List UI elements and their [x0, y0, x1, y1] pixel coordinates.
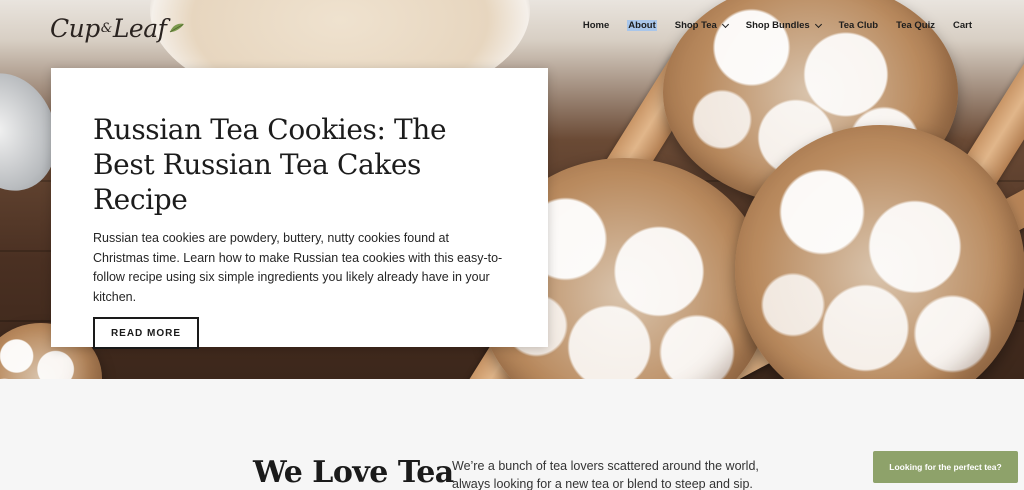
section-title: We Love Tea	[253, 455, 454, 490]
logo-text-cup: Cup	[50, 13, 100, 43]
featured-post-card: Russian Tea Cookies: The Best Russian Te…	[51, 68, 548, 349]
section-text: We’re a bunch of tea lovers scattered ar…	[452, 459, 759, 490]
nav-tea-club-label: Tea Club	[838, 20, 879, 31]
nav-cart[interactable]: Cart	[953, 20, 972, 31]
chevron-down-icon	[814, 20, 822, 28]
site-logo[interactable]: Cup & Leaf	[50, 12, 185, 44]
nav-about-label: About	[627, 20, 657, 31]
nav-about[interactable]: About	[627, 20, 657, 31]
chevron-down-icon	[721, 20, 729, 28]
featured-post-title[interactable]: Russian Tea Cookies: The Best Russian Te…	[93, 112, 506, 217]
logo-ampersand: &	[100, 20, 113, 36]
nav-shop-tea-label: Shop Tea	[674, 20, 717, 31]
logo-text-leaf: Leaf	[112, 13, 167, 43]
nav-shop-bundles-label: Shop Bundles	[745, 20, 810, 31]
nav-tea-club[interactable]: Tea Club	[839, 20, 878, 31]
leaf-icon	[170, 23, 185, 33]
main-nav: Home About Shop Tea Shop Bundles Tea Clu…	[583, 20, 972, 31]
nav-home[interactable]: Home	[583, 20, 609, 31]
tea-finder-button[interactable]: Looking for the perfect tea?	[873, 451, 1018, 483]
read-more-button[interactable]: READ MORE	[93, 317, 199, 349]
nav-shop-bundles[interactable]: Shop Bundles	[745, 20, 822, 31]
nav-cart-label: Cart	[952, 20, 972, 31]
featured-post-excerpt: Russian tea cookies are powdery, buttery…	[93, 231, 503, 304]
nav-home-label: Home	[582, 20, 610, 31]
nav-tea-quiz[interactable]: Tea Quiz	[896, 20, 935, 31]
nav-shop-tea[interactable]: Shop Tea	[674, 20, 729, 31]
nav-tea-quiz-label: Tea Quiz	[896, 20, 935, 31]
